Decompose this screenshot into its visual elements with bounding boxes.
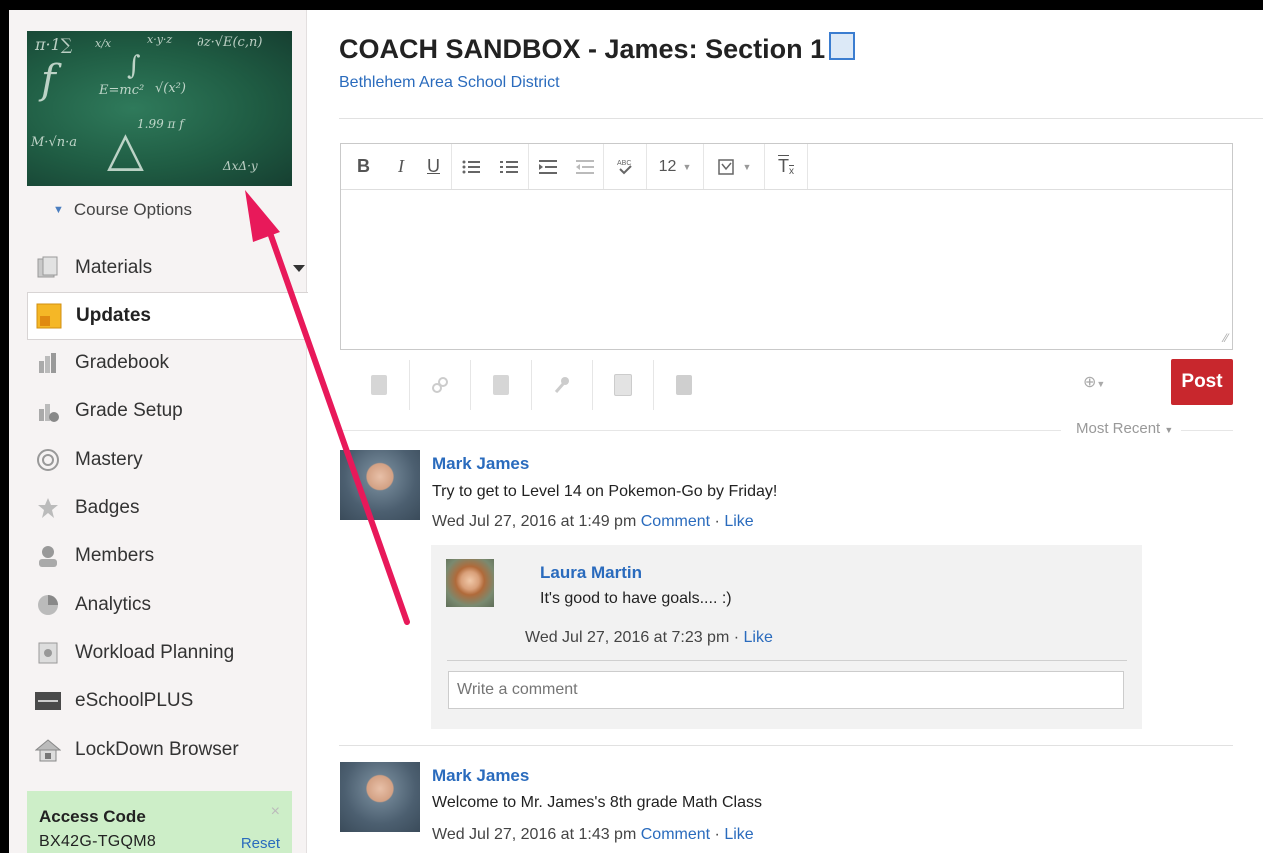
annotation-arrow [245,190,410,625]
app-window: π·1∑ x/x x·y·z ∂z·√E(c,n) f E=mc² √(x²) … [9,10,1263,853]
